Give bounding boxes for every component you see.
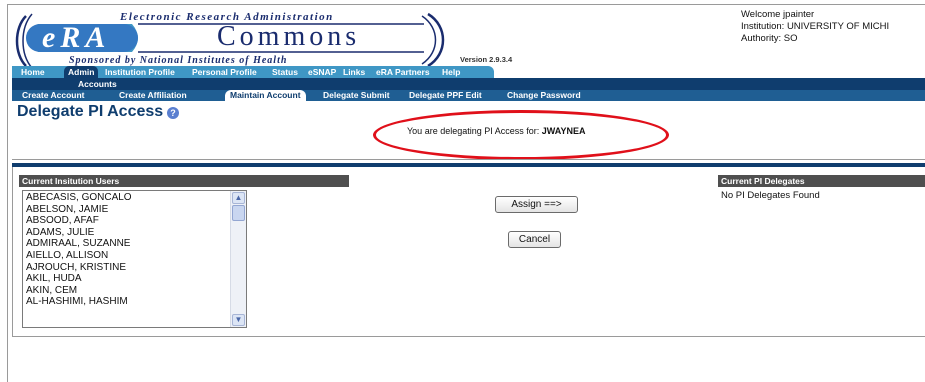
welcome-block: Welcome jpainter Institution: UNIVERSITY… bbox=[741, 9, 889, 45]
logo-commons: Commons bbox=[217, 21, 361, 52]
accounts-subnav: Create Account Create Affiliation Mainta… bbox=[12, 90, 925, 101]
panel-left-border bbox=[12, 167, 13, 336]
list-item[interactable]: ADAMS, JULIE bbox=[26, 227, 246, 239]
list-item[interactable]: AJROUCH, KRISTINE bbox=[26, 262, 246, 274]
scroll-up-icon[interactable]: ▲ bbox=[232, 192, 245, 204]
logo-subtitle: Sponsored by National Institutes of Heal… bbox=[69, 55, 288, 66]
list-item[interactable]: ABSOOD, AFAF bbox=[26, 215, 246, 227]
main-nav: Home Admin Institution Profile Personal … bbox=[12, 66, 494, 78]
list-item[interactable]: ABELSON, JAMIE bbox=[26, 204, 246, 216]
list-item[interactable]: AKIN, CEM bbox=[26, 285, 246, 297]
nav-help[interactable]: Help bbox=[442, 66, 460, 78]
users-header: Current Insitution Users bbox=[19, 175, 349, 187]
authority-role: Authority: SO bbox=[741, 33, 798, 44]
institution-name: Institution: UNIVERSITY OF MICHI bbox=[741, 21, 890, 32]
divider bbox=[12, 159, 925, 160]
list-item[interactable]: AL-HASHIMI, HASHIM bbox=[26, 296, 246, 308]
scroll-thumb[interactable] bbox=[232, 205, 245, 221]
subnav-create-account[interactable]: Create Account bbox=[22, 90, 85, 101]
highlight-annotation-oval bbox=[373, 110, 669, 160]
nav-era-partners[interactable]: eRA Partners bbox=[376, 66, 430, 78]
users-listbox[interactable]: ABECASIS, GONCALO ABELSON, JAMIE ABSOOD,… bbox=[22, 190, 247, 328]
subnav-delegate-ppf-edit[interactable]: Delegate PPF Edit bbox=[409, 90, 482, 101]
users-scrollbar[interactable]: ▲ ▼ bbox=[230, 191, 246, 327]
nav-personal-profile[interactable]: Personal Profile bbox=[192, 66, 257, 78]
nav-links[interactable]: Links bbox=[343, 66, 365, 78]
nav-admin[interactable]: Admin bbox=[64, 66, 99, 78]
admin-subnav: Accounts bbox=[12, 78, 925, 90]
no-delegates-message: No PI Delegates Found bbox=[721, 190, 820, 201]
page-title: Delegate PI Access bbox=[17, 103, 164, 120]
nav-status[interactable]: Status bbox=[272, 66, 298, 78]
help-icon[interactable]: ? bbox=[167, 107, 179, 119]
subnav-delegate-submit[interactable]: Delegate Submit bbox=[323, 90, 390, 101]
list-item[interactable]: ABECASIS, GONCALO bbox=[26, 192, 246, 204]
list-item[interactable]: ADMIRAAL, SUZANNE bbox=[26, 238, 246, 250]
panel-bottom-border bbox=[12, 336, 925, 337]
era-commons-logo[interactable]: Electronic Research Administration eRA C… bbox=[12, 10, 460, 70]
subnav-change-password[interactable]: Change Password bbox=[507, 90, 581, 101]
logo-era: eRA bbox=[42, 21, 111, 54]
list-item[interactable]: AIELLO, ALLISON bbox=[26, 250, 246, 262]
subnav-maintain-account[interactable]: Maintain Account bbox=[225, 90, 306, 101]
assign-button[interactable]: Assign ==> bbox=[495, 196, 578, 213]
users-list: ABECASIS, GONCALO ABELSON, JAMIE ABSOOD,… bbox=[23, 191, 246, 308]
list-item[interactable]: AKIL, HUDA bbox=[26, 273, 246, 285]
scroll-down-icon[interactable]: ▼ bbox=[232, 314, 245, 326]
panel-top-bar bbox=[12, 163, 925, 167]
welcome-user: Welcome jpainter bbox=[741, 9, 815, 20]
nav-home[interactable]: Home bbox=[21, 66, 45, 78]
cancel-button[interactable]: Cancel bbox=[508, 231, 561, 248]
version-label: Version 2.9.3.4 bbox=[460, 55, 513, 64]
subnav-create-affiliation[interactable]: Create Affiliation bbox=[119, 90, 187, 101]
nav-esnap[interactable]: eSNAP bbox=[308, 66, 336, 78]
nav-institution-profile[interactable]: Institution Profile bbox=[105, 66, 175, 78]
subnav-accounts[interactable]: Accounts bbox=[78, 78, 117, 90]
delegates-header: Current PI Delegates bbox=[718, 175, 925, 187]
